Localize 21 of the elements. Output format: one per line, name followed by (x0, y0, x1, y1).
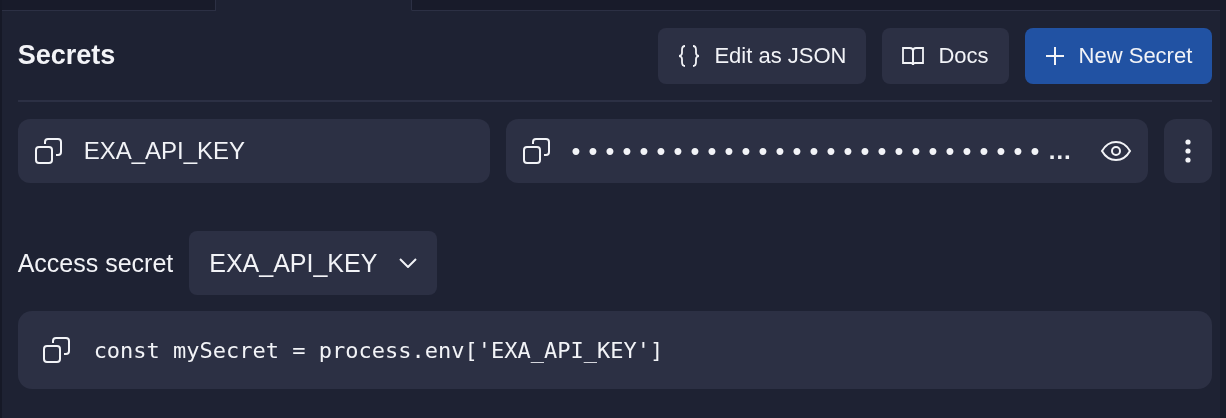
docs-button[interactable]: Docs (882, 27, 1009, 84)
code-snippet: const mySecret = process.env['EXA_API_KEY'] (93, 337, 664, 363)
secret-value: ••••••••••••••••••••••••••••… (571, 137, 1081, 165)
secret-select[interactable]: EXA_API_KEY (189, 231, 438, 295)
copy-icon[interactable] (41, 335, 72, 365)
copy-icon[interactable] (33, 136, 64, 166)
edit-json-button[interactable]: Edit as JSON (658, 27, 867, 84)
chevron-down-icon (399, 258, 418, 268)
secret-key-field[interactable]: EXA_API_KEY (17, 119, 490, 183)
secret-value-field[interactable]: ••••••••••••••••••••••••••••… (505, 119, 1149, 183)
plus-icon (1044, 45, 1065, 66)
eye-icon[interactable] (1100, 139, 1133, 163)
page-title: Secrets (17, 40, 117, 71)
more-vertical-icon (1185, 139, 1192, 163)
book-icon (902, 44, 925, 67)
secret-key: EXA_API_KEY (83, 137, 246, 165)
access-secret-label: Access secret (17, 248, 174, 278)
copy-icon[interactable] (521, 136, 552, 166)
more-button[interactable] (1164, 119, 1213, 183)
new-secret-button[interactable]: New Secret (1024, 27, 1213, 84)
braces-icon (678, 43, 701, 68)
